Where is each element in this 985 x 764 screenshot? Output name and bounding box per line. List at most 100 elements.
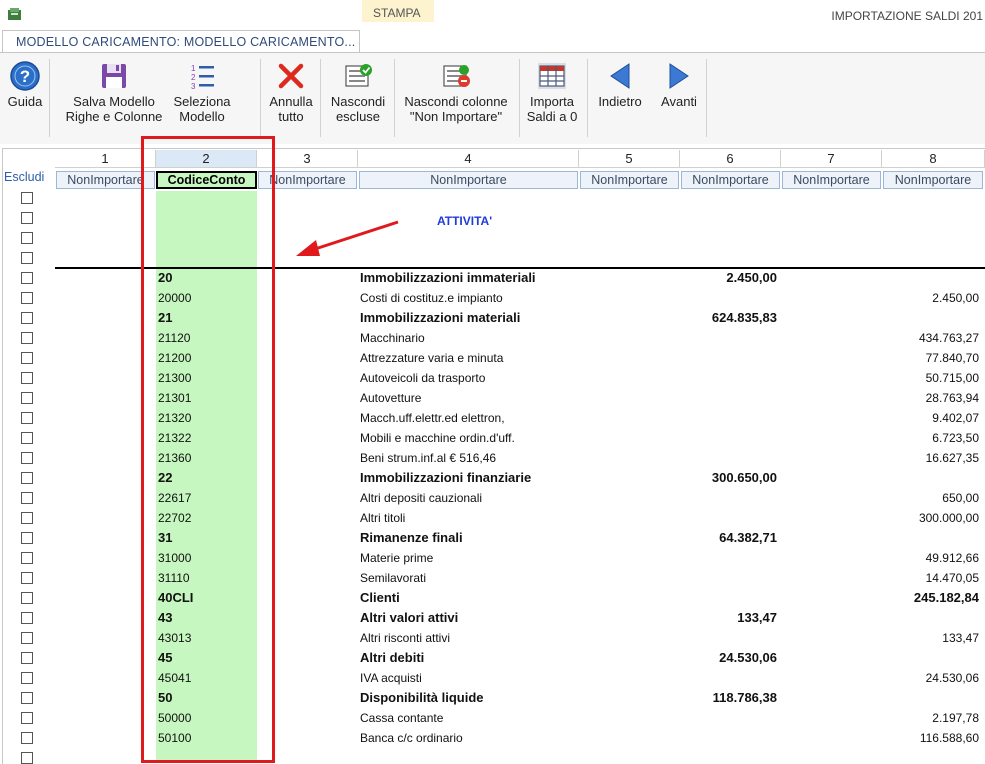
indietro-label: Indietro [598,94,642,109]
column-mapping-7[interactable]: NonImportare [782,171,881,189]
avanti-button[interactable]: Avanti [656,61,702,109]
annulla-label-1: Annulla [269,94,313,109]
column-6-value-cell: 2.450,00 [726,270,777,285]
column-6-value-cell: 64.382,71 [719,530,777,545]
column-8-value-cell: 133,47 [942,631,979,645]
description-cell: Banca c/c ordinario [360,731,463,745]
arrow-right-icon [669,63,689,89]
description-cell: Macchinario [360,331,425,345]
column-number-8[interactable]: 8 [882,150,985,168]
svg-text:3: 3 [191,82,196,91]
column-8-value-cell: 245.182,84 [913,590,979,605]
ribbon-separator [49,59,50,137]
column-number-5[interactable]: 5 [579,150,680,168]
description-cell: Autoveicoli da trasporto [360,371,486,385]
description-cell: Macch.uff.elettr.ed elettron, [360,411,505,425]
column-6-value-cell: 24.530,06 [719,650,777,665]
column-8-value-cell: 24.530,06 [925,671,979,685]
salva-label-2: Righe e Colonne [65,109,163,124]
annulla-label-2: tutto [278,109,304,124]
description-cell: Disponibilità liquide [360,690,484,705]
arrow-left-icon [610,63,630,89]
column-8-value-cell: 9.402,07 [932,411,979,425]
column-number-4[interactable]: 4 [358,150,579,168]
description-cell: Immobilizzazioni materiali [360,310,521,325]
seleziona-modello-button[interactable]: 1 2 3 Seleziona Modello [168,61,236,124]
ribbon-separator [394,59,395,137]
column-6-value-cell: 118.786,38 [712,690,777,705]
floppy-save-icon [102,64,126,88]
exclude-checkbox[interactable] [21,752,33,764]
importa-label-1: Importa [529,94,575,109]
svg-text:1: 1 [191,64,196,73]
column-mapping-4[interactable]: NonImportare [359,171,578,189]
description-cell: Altri debiti [360,650,425,665]
ribbon-toolbar: ? Guida Salva Modello Righe e Colonne 1 … [0,52,985,144]
ribbon-separator [260,59,261,137]
tab-bar: MODELLO CARICAMENTO: MODELLO CARICAMENTO… [0,30,985,53]
nascondi-colonne-label-1: Nascondi colonne [404,94,508,109]
close-x-icon [278,63,304,89]
description-cell: Attrezzature varia e minuta [360,351,504,365]
column-6-value-cell: 300.650,00 [711,470,777,485]
ribbon-separator [320,59,321,137]
salva-label-1: Salva Modello [73,94,155,109]
seleziona-label-2: Modello [179,109,225,124]
exclude-checkbox[interactable] [21,252,33,264]
nascondi-colonne-button[interactable]: Nascondi colonne "Non Importare" [398,61,514,124]
guida-label: Guida [7,94,43,109]
hide-rows-icon [345,64,372,87]
column-mapping-8[interactable]: NonImportare [883,171,983,189]
description-cell: Immobilizzazioni immateriali [360,270,536,285]
column-mapping-6[interactable]: NonImportare [681,171,780,189]
svg-text:?: ? [20,67,30,86]
column-number-7[interactable]: 7 [781,150,882,168]
salva-modello-button[interactable]: Salva Modello Righe e Colonne [60,61,168,124]
escludi-header: Escludi [4,170,45,184]
column-mapping-5[interactable]: NonImportare [580,171,679,189]
annulla-tutto-button[interactable]: Annulla tutto [264,61,318,124]
svg-text:2: 2 [191,73,196,82]
column-8-value-cell: 650,00 [942,491,979,505]
nascondi-label-1: Nascondi [330,94,386,109]
exclude-checkbox[interactable] [21,232,33,244]
exclude-checkbox[interactable] [21,212,33,224]
tab-stampa[interactable]: STAMPA [362,0,434,22]
description-cell: Cassa contante [360,711,444,725]
nascondi-label-2: escluse [335,109,381,124]
column-8-value-cell: 77.840,70 [925,351,979,365]
importa-label-2: Saldi a 0 [526,109,578,124]
description-cell: Mobili e macchine ordin.d'uff. [360,431,515,445]
column-8-value-cell: 434.763,27 [918,331,979,345]
description-cell: Beni strum.inf.al € 516,46 [360,451,497,465]
highlight-box [141,136,275,763]
description-cell: Materie prime [360,551,434,565]
column-8-value-cell: 6.723,50 [932,431,979,445]
seleziona-label-1: Seleziona [173,94,231,109]
guida-button[interactable]: ? Guida [4,61,46,109]
column-8-value-cell: 2.450,00 [932,291,979,305]
nascondi-colonne-label-2: "Non Importare" [409,109,503,124]
column-8-value-cell: 28.763,94 [925,391,979,405]
description-cell: Altri titoli [360,511,406,525]
column-number-6[interactable]: 6 [680,150,781,168]
column-8-value-cell: 49.912,66 [925,551,979,565]
importa-saldi-button[interactable]: Importa Saldi a 0 [521,61,583,124]
column-8-value-cell: 2.197,78 [932,711,979,725]
app-icon [8,8,21,20]
nascondi-escluse-button[interactable]: Nascondi escluse [325,61,391,124]
tab-modello-caricamento[interactable]: MODELLO CARICAMENTO: MODELLO CARICAMENTO… [2,30,360,53]
description-cell: IVA acquisti [360,671,422,685]
description-cell: Immobilizzazioni finanziarie [360,470,532,485]
indietro-button[interactable]: Indietro [592,61,648,109]
exclude-checkbox[interactable] [21,192,33,204]
column-8-value-cell: 116.588,60 [919,731,979,745]
ribbon-separator [706,59,707,137]
table-grid-icon [538,63,566,89]
ribbon-separator [587,59,588,137]
description-cell: Clienti [360,590,400,605]
column-8-value-cell: 300.000,00 [918,511,979,525]
description-cell: Altri depositi cauzionali [360,491,483,505]
column-8-value-cell: 50.715,00 [925,371,979,385]
column-8-value-cell: 14.470,05 [925,571,979,585]
